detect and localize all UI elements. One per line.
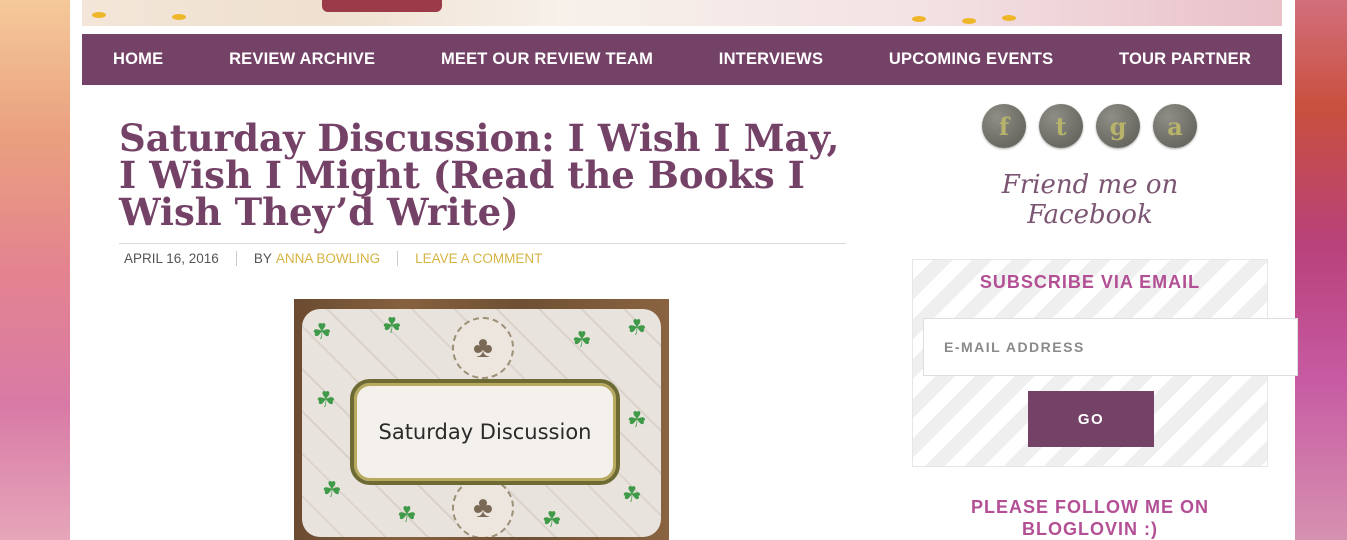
nav-tour-partner[interactable]: TOUR PARTNER	[1119, 50, 1251, 69]
page-container: HOME REVIEW ARCHIVE MEET OUR REVIEW TEAM…	[70, 0, 1298, 540]
meta-separator	[397, 251, 399, 266]
clover-icon: ☘	[397, 502, 417, 527]
header-banner	[82, 0, 1282, 26]
clover-icon: ☘	[627, 407, 647, 432]
post-image-card: ☘ ☘ ☘ ☘ ☘ ☘ ☘ ☘ ☘ ☘ ♣ ♣ Saturday Discuss…	[302, 309, 661, 537]
post-date: APRIL 16, 2016	[124, 251, 219, 266]
email-field[interactable]	[923, 318, 1298, 376]
post-image: ☘ ☘ ☘ ☘ ☘ ☘ ☘ ☘ ☘ ☘ ♣ ♣ Saturday Discuss…	[294, 299, 669, 540]
banner-leaf	[92, 12, 106, 18]
subscribe-title: SUBSCRIBE VIA EMAIL	[979, 272, 1201, 292]
friend-on-facebook-link[interactable]: Friend me on Facebook	[965, 170, 1215, 230]
social-icons: f t g a	[982, 104, 1197, 148]
clover-icon: ☘	[382, 313, 402, 338]
background-left	[0, 0, 70, 540]
nav-meet-review-team[interactable]: MEET OUR REVIEW TEAM	[441, 50, 653, 69]
subscribe-widget: SUBSCRIBE VIA EMAIL GO	[912, 259, 1298, 467]
clover-icon: ☘	[622, 482, 642, 507]
clover-icon: ☘	[322, 477, 342, 502]
banner-leaf	[172, 14, 186, 20]
nav-review-archive[interactable]: REVIEW ARCHIVE	[229, 50, 375, 69]
bloglovin-heading: PLEASE FOLLOW ME ON BLOGLOVIN :)	[971, 497, 1209, 539]
clover-icon: ☘	[542, 507, 562, 532]
clover-icon: ☘	[572, 327, 592, 352]
clover-icon: ☘	[312, 319, 332, 344]
goodreads-icon[interactable]: g	[1096, 104, 1140, 148]
clover-icon: ☘	[316, 387, 336, 412]
by-label: BY	[253, 251, 272, 266]
meta-separator	[235, 251, 237, 266]
go-button[interactable]: GO	[1028, 391, 1154, 447]
post-title[interactable]: Saturday Discussion: I Wish I May, I Wis…	[119, 120, 849, 231]
main-nav: HOME REVIEW ARCHIVE MEET OUR REVIEW TEAM…	[82, 34, 1282, 85]
nav-interviews[interactable]: INTERVIEWS	[719, 50, 823, 69]
medal-icon: ♣	[452, 477, 514, 537]
banner-leaf	[912, 16, 926, 22]
banner-leaf	[1002, 15, 1016, 21]
leave-comment-link[interactable]: LEAVE A COMMENT	[415, 251, 542, 266]
background-right	[1295, 0, 1347, 540]
banner-leaf	[962, 18, 976, 24]
nav-upcoming-events[interactable]: UPCOMING EVENTS	[889, 50, 1053, 69]
medal-icon: ♣	[452, 317, 514, 379]
nav-home[interactable]: HOME	[113, 50, 163, 69]
amazon-icon[interactable]: a	[1153, 104, 1197, 148]
post-meta: APRIL 16, 2016 BY ANNA BOWLING LEAVE A C…	[124, 251, 542, 266]
banner-book	[322, 0, 442, 12]
twitter-icon[interactable]: t	[1039, 104, 1083, 148]
meta-divider	[119, 243, 846, 244]
facebook-icon[interactable]: f	[982, 104, 1026, 148]
image-caption: Saturday Discussion	[378, 420, 592, 444]
clover-icon: ☘	[627, 315, 647, 340]
author-link[interactable]: ANNA BOWLING	[276, 251, 380, 266]
image-frame: Saturday Discussion	[350, 379, 620, 485]
